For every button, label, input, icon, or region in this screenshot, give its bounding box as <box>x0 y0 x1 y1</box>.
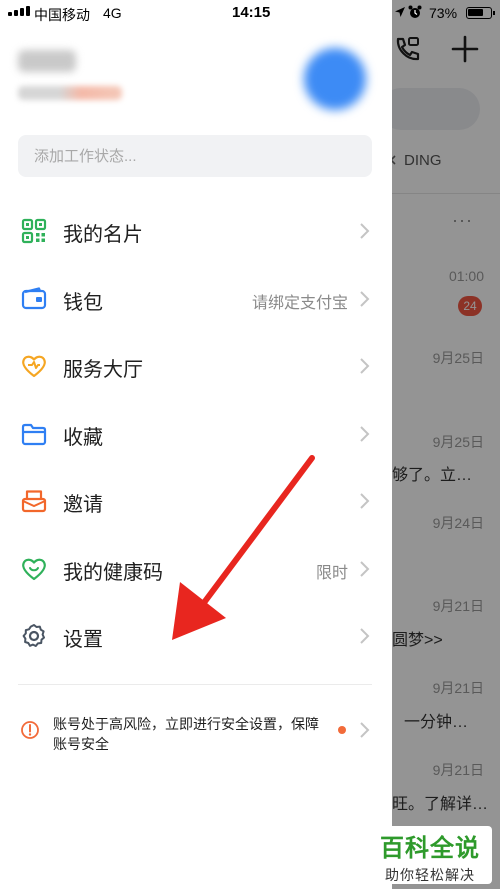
chevron-right-icon <box>360 291 370 307</box>
menu-item-service-hall[interactable]: 服务大厅 <box>0 335 392 397</box>
watermark-subtitle: 助你轻松解决 <box>385 867 475 883</box>
chevron-right-icon <box>360 358 370 374</box>
chevron-right-icon <box>360 722 370 738</box>
invite-icon <box>21 490 47 513</box>
menu-item-label: 邀请 <box>63 494 103 516</box>
network-type: 4G <box>103 5 122 21</box>
watermark: 百科全说 助你轻松解决 <box>368 826 492 884</box>
security-alert-item[interactable]: 账号处于高风险，立即进行安全设置，保障账号安全 <box>0 700 392 760</box>
battery-icon <box>466 7 495 19</box>
notification-dot <box>338 726 346 734</box>
menu-item-label: 我的健康码 <box>63 562 163 584</box>
side-drawer: 我的名片 钱包 请绑定支付宝 服务大厅 收藏 <box>0 0 392 889</box>
menu-item-label: 设置 <box>63 629 103 651</box>
profile-subtitle-blurred <box>18 86 122 100</box>
menu-item-business-card[interactable]: 我的名片 <box>0 200 392 262</box>
wallet-icon <box>21 287 47 310</box>
location-arrow-icon <box>395 7 405 17</box>
annotation-arrow <box>172 455 315 640</box>
profile-name-blurred[interactable] <box>18 50 76 72</box>
avatar[interactable] <box>304 48 366 110</box>
service-hall-icon <box>22 355 46 378</box>
chevron-right-icon <box>360 223 370 239</box>
folder-icon <box>21 423 47 446</box>
qr-code-icon <box>21 218 47 244</box>
carrier-name: 中国移动 <box>34 7 90 23</box>
menu-item-wallet[interactable]: 钱包 请绑定支付宝 <box>0 268 392 330</box>
menu-item-label: 我的名片 <box>63 224 143 246</box>
chevron-right-icon <box>360 426 370 442</box>
menu-item-label: 钱包 <box>63 292 103 314</box>
chevron-right-icon <box>360 628 370 644</box>
warning-circle-icon <box>21 721 39 739</box>
gear-icon <box>22 624 45 647</box>
status-bar: 中国移动 4G 14:15 73% <box>0 0 500 26</box>
battery-percent: 73% <box>429 5 458 21</box>
work-status-input[interactable] <box>18 135 372 177</box>
health-heart-icon <box>22 558 46 581</box>
chevron-right-icon <box>360 561 370 577</box>
menu-item-label: 服务大厅 <box>63 359 143 381</box>
signal-strength-icon <box>8 6 30 16</box>
chevron-right-icon <box>360 493 370 509</box>
watermark-title: 百科全说 <box>380 835 480 862</box>
alarm-clock-icon <box>408 5 422 18</box>
clock: 14:15 <box>232 4 271 21</box>
menu-item-value: 请绑定支付宝 <box>251 295 348 312</box>
security-alert-text: 账号处于高风险，立即进行安全设置，保障账号安全 <box>53 716 319 752</box>
menu-item-label: 收藏 <box>63 427 103 449</box>
divider <box>18 684 372 685</box>
